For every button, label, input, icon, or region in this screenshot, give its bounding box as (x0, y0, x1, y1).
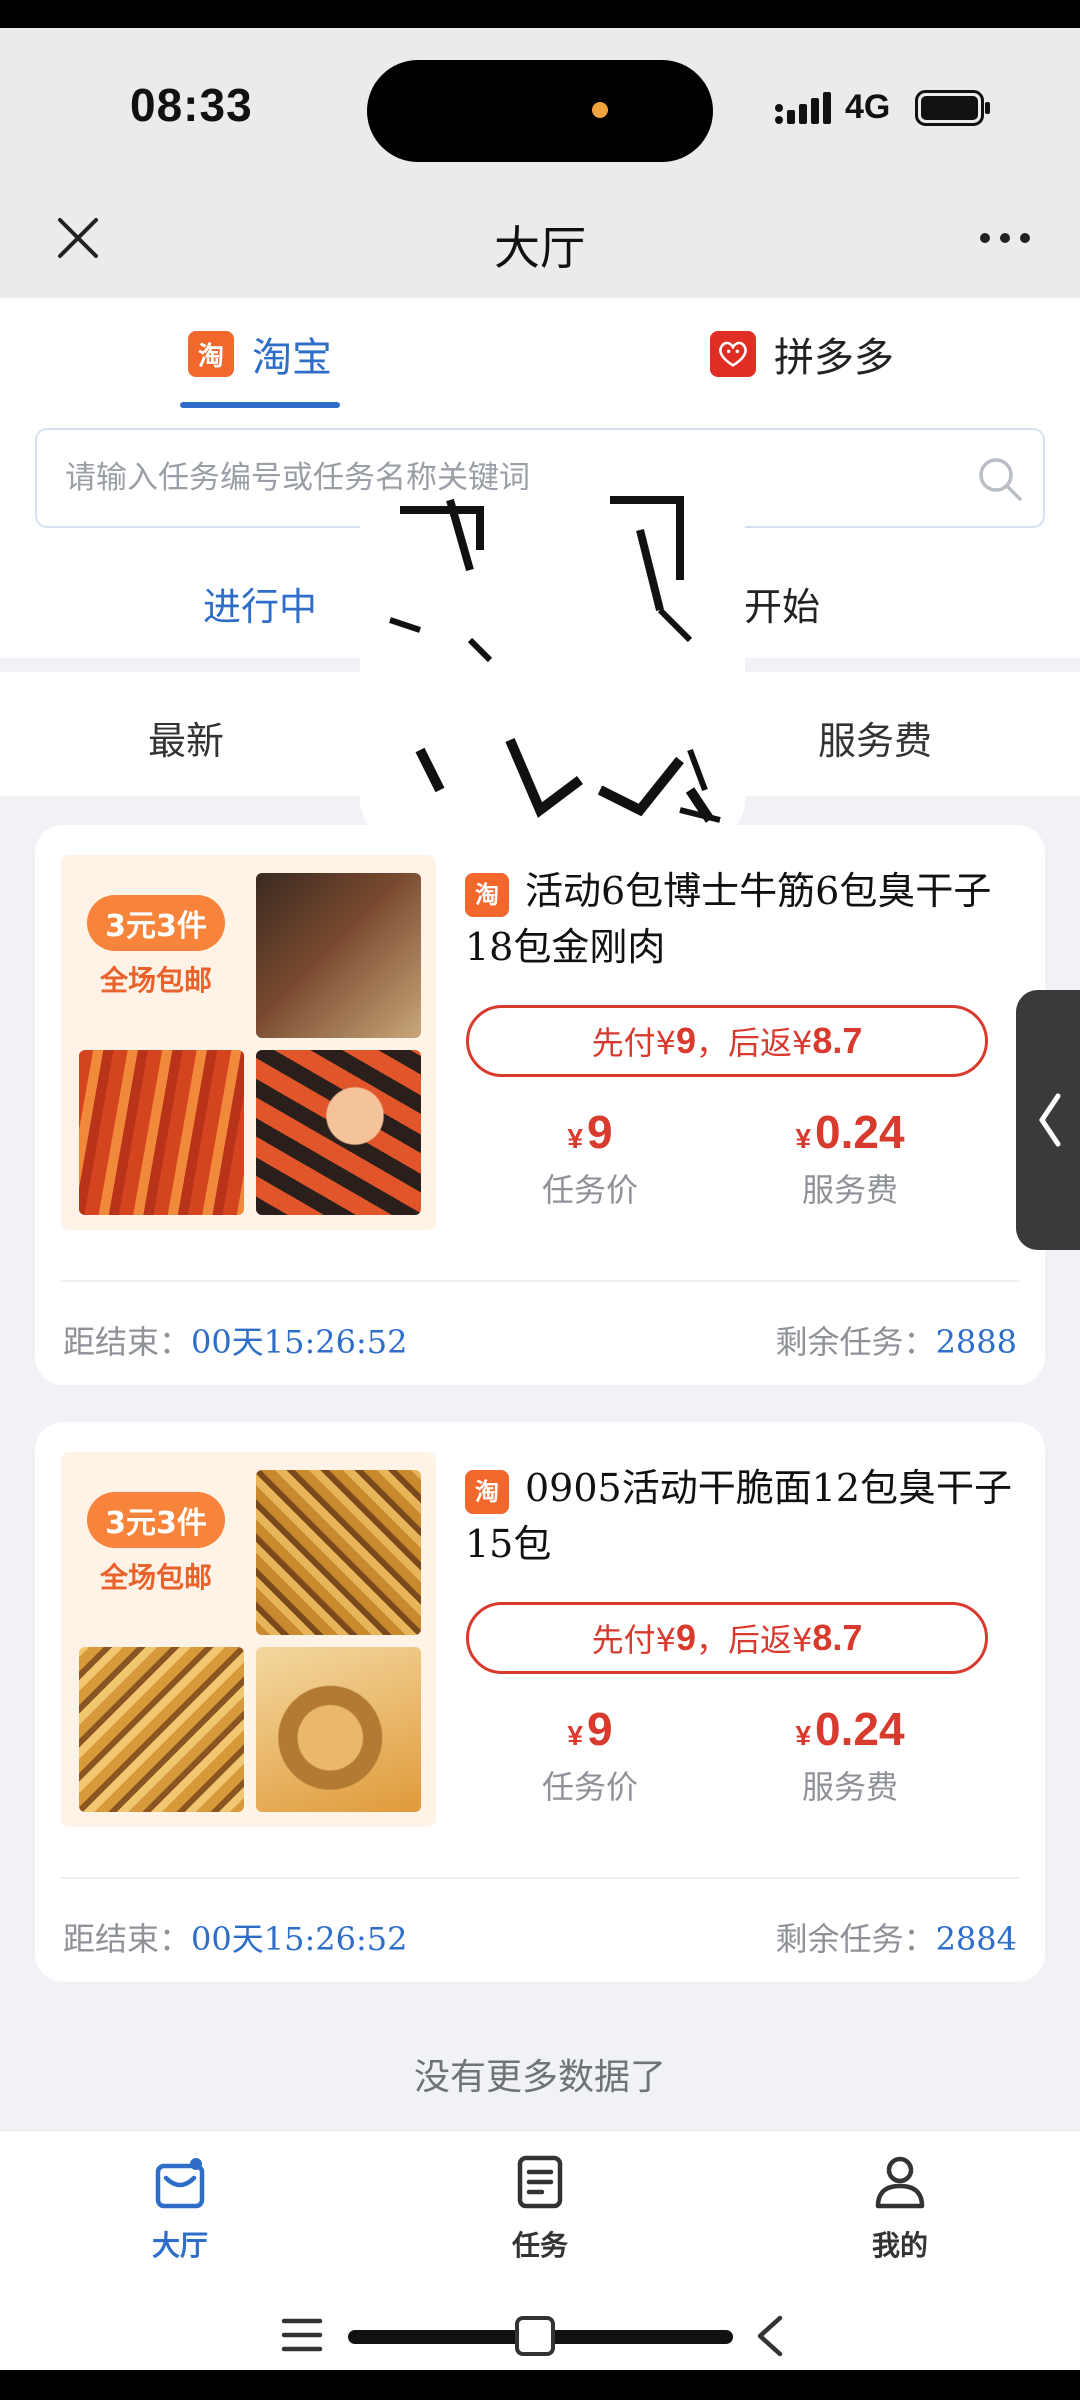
promo-badge: 3元3件 (87, 895, 225, 951)
tab-taobao[interactable]: 淘 淘宝 (188, 322, 332, 386)
countdown-label: 距结束： (63, 1920, 192, 1958)
promo-label: 3元3件 全场包邮 (71, 895, 241, 999)
tab-pinduoduo[interactable]: 拼多多 (710, 322, 894, 386)
taobao-icon: 淘 (465, 1469, 509, 1514)
camera-indicator-dot (592, 102, 608, 118)
pay-mid: ，后返¥ (695, 1024, 813, 1062)
sort-service-fee[interactable]: 服务费 (818, 710, 932, 765)
signal-icon (775, 92, 831, 124)
task-card[interactable]: 3元3件 全场包邮 淘 0905活动干脆面12包臭干子15包 先付¥ 9 ，后返¥ 8.… (35, 1422, 1045, 1982)
system-home-icon[interactable] (515, 2316, 555, 2356)
pinduoduo-icon (710, 331, 756, 377)
task-title-text: 0905活动干脆面12包臭干子15包 (465, 1466, 1013, 1566)
device-bottom-edge (0, 2370, 1080, 2400)
side-drawer-handle[interactable] (1016, 990, 1080, 1250)
product-photo (256, 873, 421, 1038)
hall-bag-icon (155, 2158, 205, 2209)
product-photo (256, 1050, 421, 1215)
currency-symbol: ¥ (567, 1123, 583, 1154)
chevron-left-icon (1038, 1093, 1061, 1147)
bottom-nav-mine-label: 我的 (871, 2229, 928, 2262)
device-top-edge (0, 0, 1080, 28)
remaining-tasks: 剩余任务：2884 (776, 1914, 1017, 1960)
countdown: 距结束：00天15:26:52 (63, 1914, 407, 1960)
document-icon (517, 2155, 563, 2209)
bottom-nav-hall[interactable]: 大厅 (110, 2150, 250, 2264)
remaining-label: 剩余任务： (775, 1323, 936, 1361)
pay-return-amount: 8.7 (812, 1617, 863, 1658)
service-fee: ¥0.24 服务费 (720, 1702, 980, 1808)
countdown-label: 距结束： (63, 1323, 192, 1361)
task-price-value: 9 (586, 1106, 613, 1158)
tab-pinduoduo-label: 拼多多 (774, 335, 894, 381)
network-type: 4G (845, 88, 891, 126)
pay-prefix: 先付¥ (591, 1024, 676, 1062)
remaining-value: 2888 (935, 1323, 1017, 1361)
taobao-icon: 淘 (188, 331, 234, 377)
promo-label: 3元3件 全场包邮 (71, 1492, 241, 1596)
system-back-icon[interactable] (752, 2314, 788, 2358)
card-divider (61, 1280, 1019, 1282)
countdown-value: 00天15:26:52 (191, 1920, 408, 1958)
task-title-text: 活动6包博士牛筋6包臭干子18包金刚肉 (465, 869, 992, 969)
battery-icon (915, 90, 990, 126)
tab-in-progress[interactable]: 进行中 (203, 576, 317, 631)
countdown: 距结束：00天15:26:52 (63, 1317, 407, 1363)
currency-symbol: ¥ (567, 1720, 583, 1751)
product-photo (79, 1050, 244, 1215)
task-price-label: 任务价 (541, 1768, 638, 1806)
bottom-nav-task-label: 任务 (511, 2229, 568, 2262)
system-menu-icon[interactable] (280, 2315, 324, 2355)
promo-subtitle: 全场包邮 (99, 1561, 212, 1594)
remaining-label: 剩余任务： (775, 1920, 936, 1958)
search-icon[interactable] (975, 454, 1025, 504)
product-photo (256, 1470, 421, 1635)
person-icon (875, 2156, 925, 2209)
product-photo (79, 1647, 244, 1812)
remaining-tasks: 剩余任务：2888 (776, 1317, 1017, 1363)
product-photo (256, 1647, 421, 1812)
bottom-nav-task[interactable]: 任务 (470, 2150, 610, 2264)
dynamic-island (367, 60, 713, 162)
service-fee: ¥0.24 服务费 (720, 1105, 980, 1211)
pay-return-amount: 8.7 (812, 1020, 863, 1061)
countdown-value: 00天15:26:52 (191, 1323, 408, 1361)
payment-rule-pill: 先付¥ 9 ，后返¥ 8.7 (466, 1005, 988, 1077)
tab-taobao-label: 淘宝 (252, 335, 332, 381)
service-fee-value: 0.24 (815, 1106, 905, 1158)
more-icon[interactable] (975, 220, 1035, 256)
task-price: ¥9 任务价 (460, 1702, 720, 1808)
task-price: ¥9 任务价 (460, 1105, 720, 1211)
taobao-icon: 淘 (465, 872, 509, 917)
task-card[interactable]: 3元3件 全场包邮 淘活动6包博士牛筋6包臭干子18包金刚肉 先付¥ 9 ，后返¥ 8… (35, 825, 1045, 1385)
product-thumbnail: 3元3件 全场包邮 (61, 1452, 436, 1827)
remaining-value: 2884 (935, 1920, 1017, 1958)
redaction-scribble (360, 490, 745, 840)
bottom-nav-hall-label: 大厅 (151, 2229, 208, 2262)
service-fee-label: 服务费 (801, 1768, 898, 1806)
pay-first-amount: 9 (675, 1617, 696, 1658)
service-fee-value: 0.24 (815, 1703, 905, 1755)
end-of-list-text: 没有更多数据了 (413, 2057, 666, 2098)
task-price-value: 9 (586, 1703, 613, 1755)
currency-symbol: ¥ (795, 1123, 812, 1154)
service-fee-label: 服务费 (801, 1171, 898, 1209)
active-tab-indicator (180, 402, 340, 408)
card-divider (61, 1877, 1019, 1879)
promo-badge: 3元3件 (87, 1492, 225, 1548)
currency-symbol: ¥ (795, 1720, 812, 1751)
product-thumbnail: 3元3件 全场包邮 (61, 855, 436, 1230)
bottom-nav-mine[interactable]: 我的 (830, 2150, 970, 2264)
pay-prefix: 先付¥ (591, 1621, 676, 1659)
pay-first-amount: 9 (675, 1020, 696, 1061)
task-price-label: 任务价 (541, 1171, 638, 1209)
task-title: 淘 0905活动干脆面12包臭干子15包 (465, 1460, 1025, 1572)
payment-rule-pill: 先付¥ 9 ，后返¥ 8.7 (466, 1602, 988, 1674)
task-title: 淘活动6包博士牛筋6包臭干子18包金刚肉 (465, 863, 1025, 975)
page-title: 大厅 (494, 221, 586, 275)
sort-latest[interactable]: 最新 (148, 710, 224, 765)
promo-subtitle: 全场包邮 (99, 964, 212, 997)
status-time: 08:33 (130, 79, 253, 131)
pay-mid: ，后返¥ (695, 1621, 813, 1659)
